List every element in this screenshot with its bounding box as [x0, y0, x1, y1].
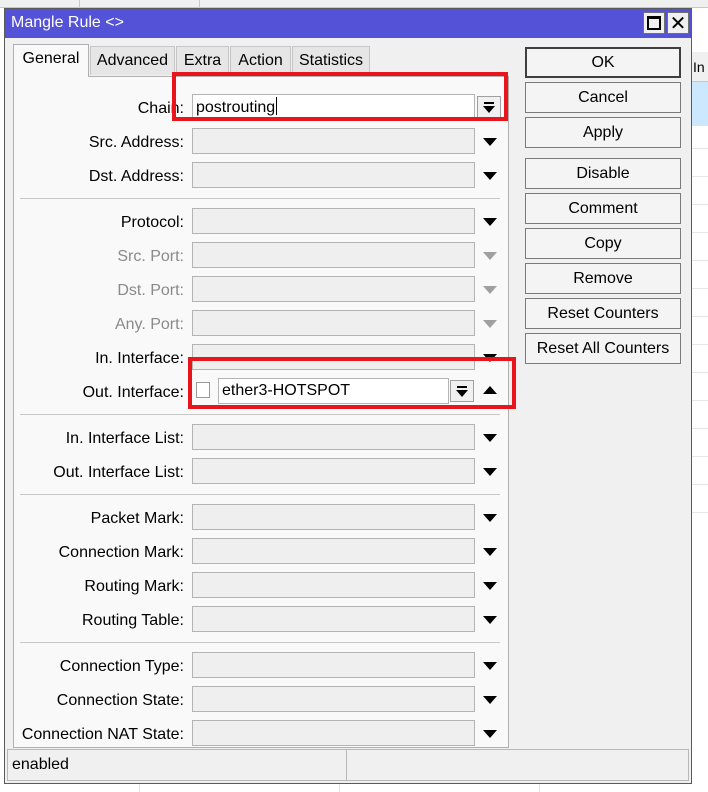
connection-nat-state-label: Connection NAT State: — [21, 726, 184, 743]
expand-up-icon[interactable] — [480, 381, 500, 401]
routing-mark-input[interactable] — [192, 572, 475, 598]
src-port-label: Src. Port: — [117, 248, 184, 265]
tab-general[interactable]: General — [13, 44, 89, 77]
in-interface-list-label: In. Interface List: — [65, 430, 184, 447]
chain-input[interactable]: postrouting — [192, 94, 475, 120]
packet-mark-label: Packet Mark: — [90, 510, 184, 527]
tab-extra[interactable]: Extra — [176, 46, 229, 75]
close-button[interactable]: ✕ — [667, 12, 689, 34]
connection-type-label: Connection Type: — [59, 658, 184, 675]
out-interface-input[interactable]: ether3-HOTSPOT — [218, 378, 449, 404]
dropdown-arrow-icon — [483, 106, 495, 113]
in-interface-input[interactable] — [192, 344, 475, 370]
divider — [20, 414, 500, 415]
apply-button[interactable]: Apply — [525, 117, 681, 148]
any-port-label: Any. Port: — [114, 316, 184, 333]
protocol-label: Protocol: — [120, 214, 184, 231]
disable-button[interactable]: Disable — [525, 158, 681, 189]
maximize-button[interactable] — [643, 12, 665, 34]
src-port-input — [192, 242, 475, 268]
tab-advanced[interactable]: Advanced — [90, 46, 175, 75]
divider — [20, 198, 500, 199]
src-address-label: Src. Address: — [88, 134, 184, 151]
background-window-table: In — [692, 8, 708, 792]
general-tab-panel: Chain: postrouting Src. Address: Dst. Ad… — [13, 76, 509, 748]
divider — [20, 642, 500, 643]
chain-value: postrouting — [196, 97, 278, 116]
remove-button[interactable]: Remove — [525, 263, 681, 294]
close-icon: ✕ — [669, 11, 687, 35]
divider — [20, 494, 500, 495]
mangle-rule-dialog: Mangle Rule <> ✕ General Advanced Extra … — [4, 8, 692, 784]
chain-dropdown-button[interactable] — [477, 96, 501, 118]
tab-statistics[interactable]: Statistics — [292, 46, 370, 75]
connection-type-dropdown-icon[interactable] — [480, 655, 500, 675]
out-interface-list-label: Out. Interface List: — [53, 464, 184, 481]
routing-table-input[interactable] — [192, 606, 475, 632]
connection-state-dropdown-icon[interactable] — [480, 689, 500, 709]
maximize-icon — [647, 16, 661, 30]
out-interface-label: Out. Interface: — [82, 384, 184, 401]
dst-address-input[interactable] — [192, 162, 475, 188]
packet-mark-input[interactable] — [192, 504, 475, 530]
ok-button[interactable]: OK — [525, 47, 681, 78]
title-bar[interactable]: Mangle Rule <> ✕ — [5, 9, 691, 38]
in-interface-label: In. Interface: — [95, 350, 184, 367]
src-address-input[interactable] — [192, 128, 475, 154]
out-interface-dropdown-button[interactable] — [450, 380, 474, 402]
protocol-dropdown-icon[interactable] — [480, 211, 500, 231]
connection-nat-state-input[interactable] — [192, 720, 475, 746]
in-interface-list-dropdown-icon[interactable] — [480, 427, 500, 447]
connection-mark-dropdown-icon[interactable] — [480, 541, 500, 561]
reset-counters-button[interactable]: Reset Counters — [525, 298, 681, 329]
background-column-header: In — [692, 52, 708, 82]
dst-port-dropdown-icon — [480, 279, 500, 299]
routing-table-label: Routing Table: — [82, 612, 184, 629]
protocol-input[interactable] — [192, 208, 475, 234]
dialog-title: Mangle Rule <> — [11, 14, 124, 31]
copy-button[interactable]: Copy — [525, 228, 681, 259]
dst-address-label: Dst. Address: — [88, 168, 184, 185]
connection-state-input[interactable] — [192, 686, 475, 712]
reset-all-counters-button[interactable]: Reset All Counters — [525, 333, 681, 364]
dst-port-label: Dst. Port: — [117, 282, 184, 299]
dst-port-input — [192, 276, 475, 302]
connection-mark-label: Connection Mark: — [58, 544, 184, 561]
cancel-button[interactable]: Cancel — [525, 82, 681, 113]
connection-mark-input[interactable] — [192, 538, 475, 564]
routing-mark-label: Routing Mark: — [84, 578, 184, 595]
text-caret — [276, 97, 278, 115]
in-interface-list-input[interactable] — [192, 424, 475, 450]
status-extra — [346, 749, 689, 781]
status-state: enabled — [7, 749, 347, 781]
dst-address-dropdown-icon[interactable] — [480, 165, 500, 185]
connection-nat-state-dropdown-icon[interactable] — [480, 723, 500, 743]
tab-action[interactable]: Action — [230, 46, 291, 75]
src-port-dropdown-icon — [480, 245, 500, 265]
src-address-dropdown-icon[interactable] — [480, 131, 500, 151]
out-interface-list-dropdown-icon[interactable] — [480, 461, 500, 481]
background-selected-row — [692, 82, 708, 126]
any-port-dropdown-icon — [480, 313, 500, 333]
connection-type-input[interactable] — [192, 652, 475, 678]
packet-mark-dropdown-icon[interactable] — [480, 507, 500, 527]
out-interface-value: ether3-HOTSPOT — [222, 382, 351, 399]
routing-table-dropdown-icon[interactable] — [480, 609, 500, 629]
any-port-input — [192, 310, 475, 336]
in-interface-dropdown-icon[interactable] — [480, 347, 500, 367]
out-interface-negate-checkbox[interactable] — [196, 382, 210, 398]
status-bar: enabled — [7, 749, 689, 781]
out-interface-list-input[interactable] — [192, 458, 475, 484]
chain-label: Chain: — [137, 100, 184, 117]
connection-state-label: Connection State: — [56, 692, 184, 709]
background-window-header — [0, 0, 708, 8]
comment-button[interactable]: Comment — [525, 193, 681, 224]
routing-mark-dropdown-icon[interactable] — [480, 575, 500, 595]
dropdown-arrow-icon — [456, 390, 468, 397]
